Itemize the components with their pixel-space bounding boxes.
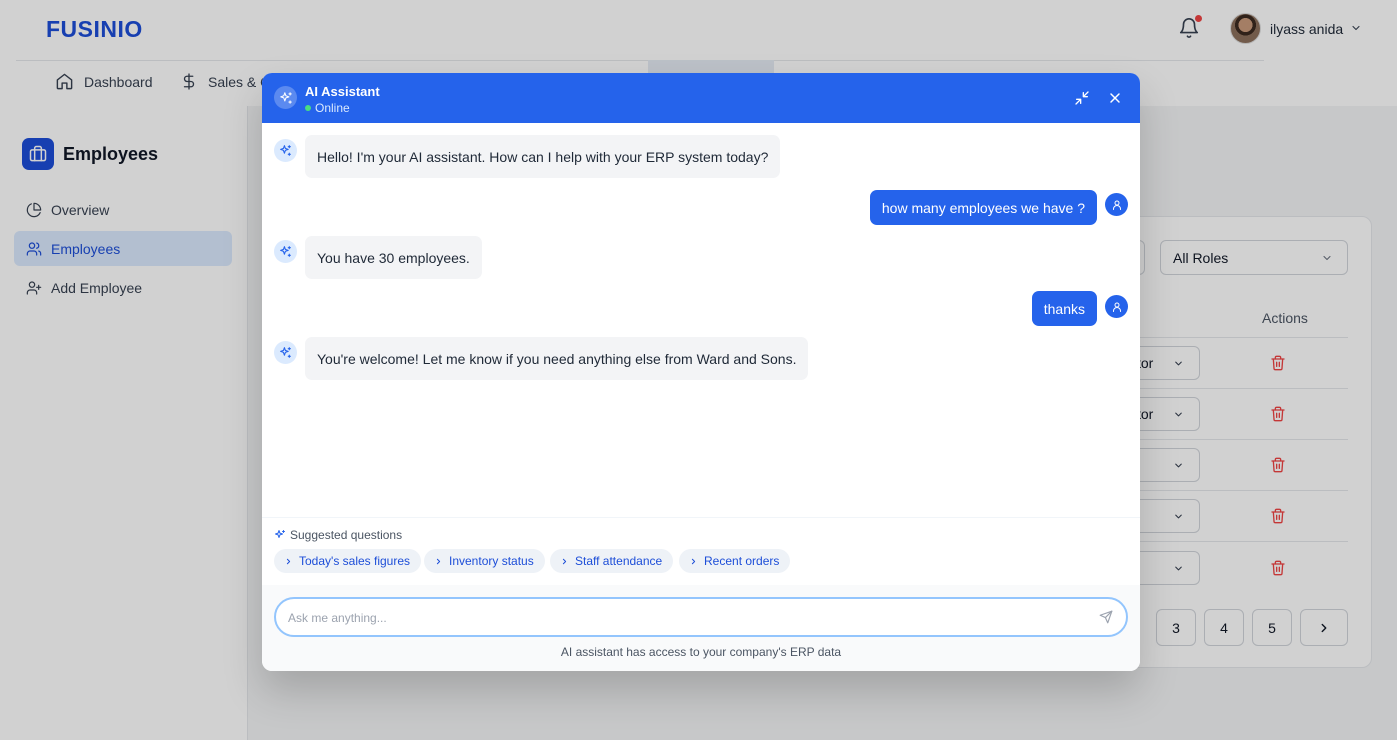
chat-footnote: AI assistant has access to your company'… bbox=[560, 645, 842, 659]
chevron-right-icon bbox=[436, 558, 441, 564]
assistant-message: You're welcome! Let me know if you need … bbox=[305, 337, 809, 380]
user-avatar-icon bbox=[1105, 193, 1128, 216]
minimize-icon[interactable] bbox=[1074, 90, 1090, 106]
chevron-right-icon bbox=[562, 558, 567, 564]
suggestion-label: Today's sales figures bbox=[299, 554, 411, 568]
suggestion-label: Inventory status bbox=[449, 554, 534, 568]
assistant-message: Hello! I'm your AI assistant. How can I … bbox=[305, 135, 781, 178]
user-message: how many employees we have ? bbox=[869, 190, 1097, 225]
ai-assistant-modal: AI Assistant Online Hello! I'm your AI a… bbox=[262, 73, 1140, 671]
suggestion-chip[interactable]: Recent orders bbox=[679, 549, 791, 573]
chevron-right-icon bbox=[286, 558, 291, 564]
assistant-message: You have 30 employees. bbox=[305, 236, 482, 279]
sparkles-icon bbox=[275, 530, 285, 538]
chat-input-container[interactable] bbox=[274, 597, 1128, 637]
suggested-questions: Suggested questions Today's sales figure… bbox=[262, 517, 1140, 585]
suggested-questions-title: Suggested questions bbox=[274, 528, 402, 542]
user-message: thanks bbox=[1031, 291, 1097, 326]
suggestion-label: Recent orders bbox=[704, 554, 780, 568]
sparkles-icon bbox=[274, 86, 297, 109]
suggestion-chip[interactable]: Staff attendance bbox=[550, 549, 674, 573]
close-icon[interactable] bbox=[1107, 90, 1123, 106]
suggested-questions-label: Suggested questions bbox=[290, 528, 403, 542]
suggestion-label: Staff attendance bbox=[575, 554, 663, 568]
chat-header: AI Assistant Online bbox=[262, 73, 1140, 123]
chat-status: Online bbox=[305, 101, 350, 115]
assistant-avatar-icon bbox=[274, 341, 297, 364]
chat-input[interactable] bbox=[288, 608, 1078, 628]
online-indicator bbox=[305, 105, 311, 111]
chat-title: AI Assistant bbox=[305, 84, 380, 99]
chat-input-area: AI assistant has access to your company'… bbox=[262, 585, 1140, 671]
user-avatar-icon bbox=[1105, 295, 1128, 318]
suggestion-chip[interactable]: Inventory status bbox=[424, 549, 545, 573]
chat-status-label: Online bbox=[315, 101, 350, 115]
assistant-avatar-icon bbox=[274, 240, 297, 263]
send-icon[interactable] bbox=[1099, 610, 1113, 624]
suggestion-chip[interactable]: Today's sales figures bbox=[274, 549, 422, 573]
assistant-avatar-icon bbox=[274, 139, 297, 162]
chevron-right-icon bbox=[691, 558, 696, 564]
